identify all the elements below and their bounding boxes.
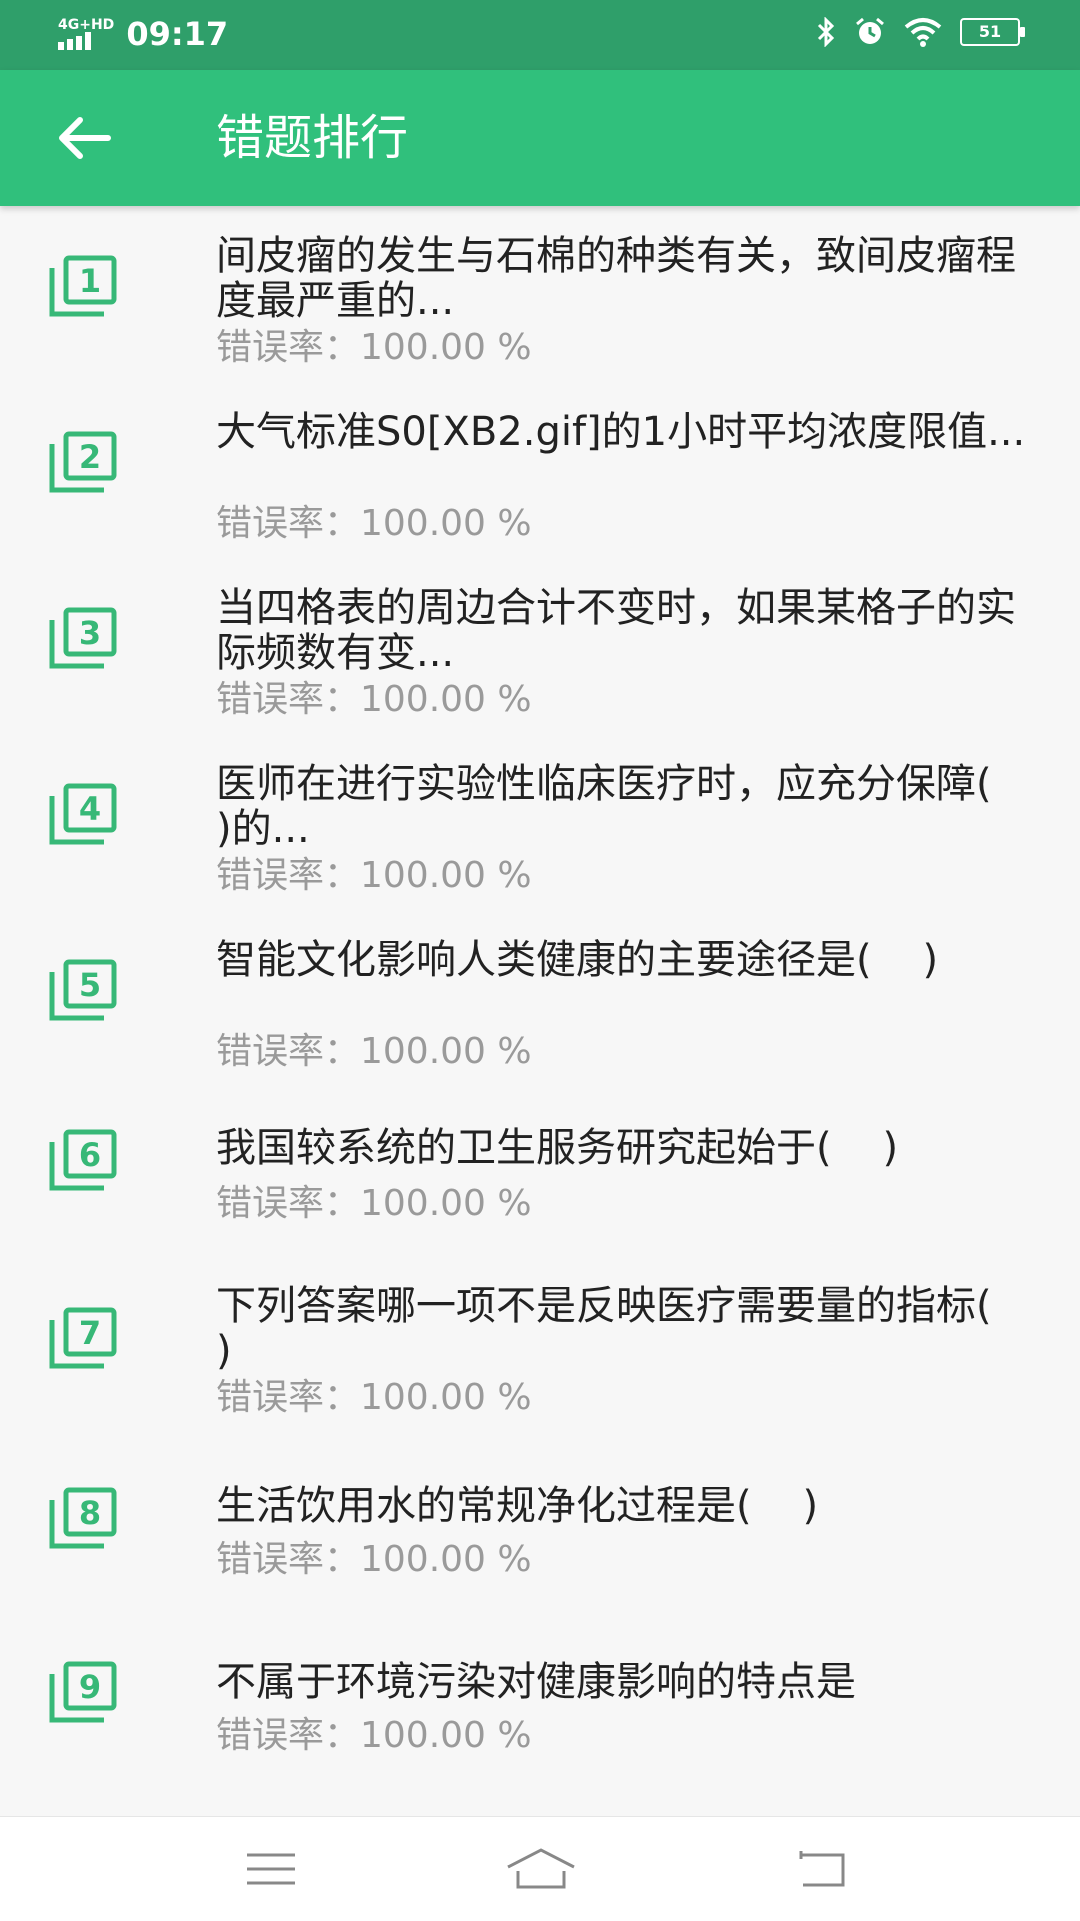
system-nav-bar [0, 1816, 1080, 1921]
error-rate: 错误率：100.00 % [216, 1715, 532, 1756]
rank-number: 5 [79, 966, 101, 1004]
list-item[interactable]: 6 我国较系统的卫生服务研究起始于( ) 错误率：100.00 % [0, 1106, 1080, 1246]
rank-icon: 2 [49, 431, 117, 493]
home-button[interactable] [496, 1837, 586, 1901]
rank-icon: 9 [49, 1661, 117, 1723]
question-text: 我国较系统的卫生服务研究起始于( ) [216, 1125, 899, 1171]
rank-icon: 8 [49, 1487, 117, 1549]
clock: 09:17 [126, 15, 229, 53]
bluetooth-icon [817, 17, 835, 47]
question-text: 大气标准S0[XB2.gif]的1小时平均浓度限值... [216, 409, 1026, 455]
menu-icon [247, 1853, 295, 1885]
rank-number: 7 [79, 1314, 101, 1352]
app-bar: 错题排行 [0, 70, 1080, 206]
rank-icon: 7 [49, 1307, 117, 1369]
list-item[interactable]: 9 不属于环境污染对健康影响的特点是 错误率：100.00 % [0, 1616, 1080, 1756]
error-rate: 错误率：100.00 % [216, 679, 532, 720]
rank-number: 9 [79, 1668, 101, 1706]
error-rate: 错误率：100.00 % [216, 855, 532, 896]
rank-icon: 6 [49, 1129, 117, 1191]
question-text: 当四格表的周边合计不变时，如果某格子的实际频数有变... [216, 585, 1016, 676]
question-text: 不属于环境污染对健康影响的特点是 [216, 1659, 856, 1705]
error-rate: 错误率：100.00 % [216, 1377, 532, 1418]
rank-number: 4 [79, 790, 101, 828]
rank-number: 8 [79, 1494, 101, 1532]
wifi-icon [904, 18, 942, 47]
back-button[interactable] [44, 108, 124, 168]
error-rate: 错误率：100.00 % [216, 1183, 532, 1224]
error-rate: 错误率：100.00 % [216, 503, 532, 544]
error-rate: 错误率：100.00 % [216, 1539, 532, 1580]
battery-icon: 51 [960, 18, 1025, 46]
question-text: 下列答案哪一项不是反映医疗需要量的指标( ) [216, 1283, 1043, 1374]
signal-icon [58, 32, 91, 50]
question-text: 生活饮用水的常规净化过程是( ) [216, 1483, 819, 1529]
error-rate: 错误率：100.00 % [216, 327, 532, 368]
list-item[interactable]: 1 间皮瘤的发生与石棉的种类有关，致间皮瘤程度最严重的... 错误率：100.0… [0, 226, 1080, 386]
error-rate: 错误率：100.00 % [216, 1031, 532, 1072]
list-item[interactable]: 3 当四格表的周边合计不变时，如果某格子的实际频数有变... 错误率：100.0… [0, 578, 1080, 738]
status-right: 51 [816, 16, 1025, 48]
back-arrow-icon [59, 117, 111, 159]
rank-icon: 5 [49, 959, 117, 1021]
question-text: 间皮瘤的发生与石棉的种类有关，致间皮瘤程度最严重的... [216, 233, 1016, 324]
rank-icon: 1 [49, 255, 117, 317]
nav-back-button[interactable] [778, 1837, 868, 1901]
list-item[interactable]: 8 生活饮用水的常规净化过程是( ) 错误率：100.00 % [0, 1446, 1080, 1586]
question-text: 智能文化影响人类健康的主要途径是( ) [216, 937, 939, 983]
network-label: 4G+HD [58, 17, 115, 33]
network-indicator: 4G+HD [58, 18, 114, 50]
back-icon [799, 1851, 845, 1887]
rank-number: 3 [79, 614, 101, 652]
rank-number: 1 [79, 262, 101, 300]
status-left: 4G+HD 09:17 [58, 14, 228, 54]
list-item[interactable]: 7 下列答案哪一项不是反映医疗需要量的指标( ) 错误率：100.00 % [0, 1266, 1080, 1426]
list-item[interactable]: 4 医师在进行实验性临床医疗时，应充分保障( )的... 错误率：100.00 … [0, 754, 1080, 914]
home-icon [507, 1848, 575, 1889]
rank-icon: 4 [49, 783, 117, 845]
rank-number: 2 [79, 438, 101, 476]
alarm-icon [856, 17, 884, 44]
list-item[interactable]: 2 大气标准S0[XB2.gif]的1小时平均浓度限值... 错误率：100.0… [0, 402, 1080, 562]
question-text: 医师在进行实验性临床医疗时，应充分保障( )的... [216, 761, 1043, 852]
page-title: 错题排行 [216, 110, 409, 166]
list-item[interactable]: 5 智能文化影响人类健康的主要途径是( ) 错误率：100.00 % [0, 930, 1080, 1090]
recent-apps-button[interactable] [226, 1837, 316, 1901]
status-bar: 4G+HD 09:17 51 [0, 0, 1080, 70]
rank-number: 6 [79, 1136, 101, 1174]
rank-icon: 3 [49, 607, 117, 669]
